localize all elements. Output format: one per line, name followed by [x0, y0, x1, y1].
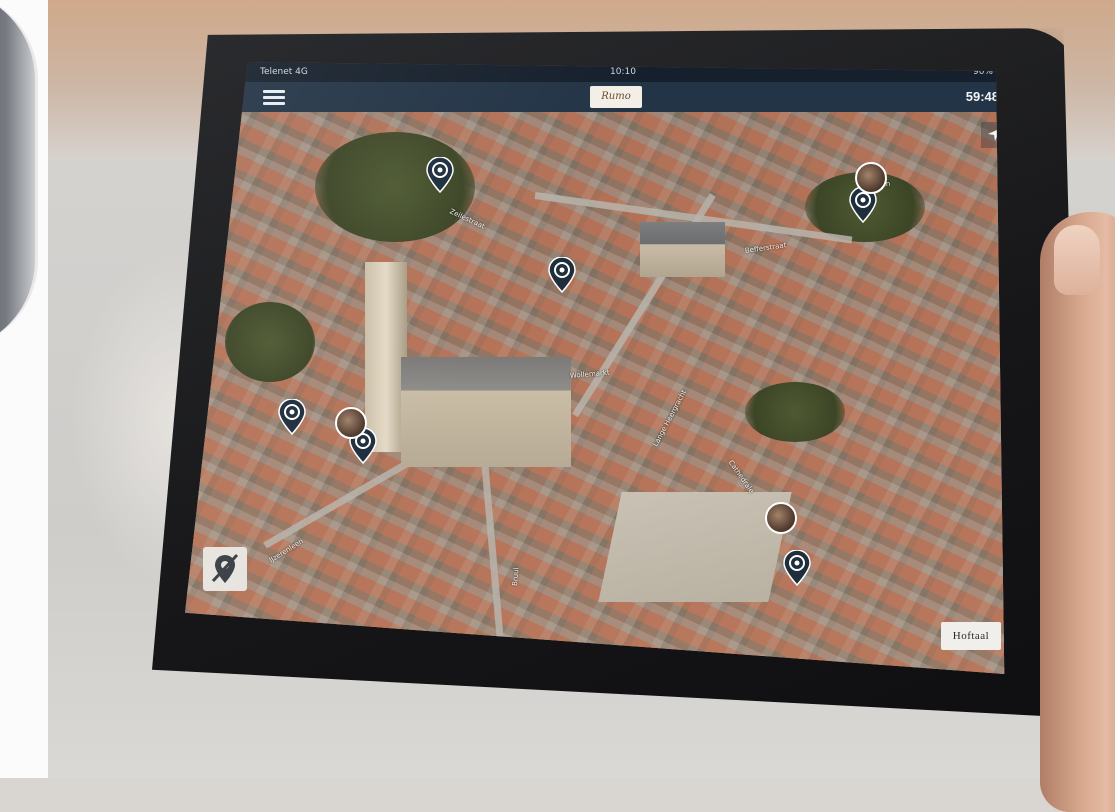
poi-target-marker-icon — [783, 550, 811, 586]
poi-target-marker-icon — [278, 399, 306, 435]
poi-target-marker-icon — [548, 257, 576, 293]
street-label: Lange Heergracht — [651, 388, 689, 448]
tree-cluster — [745, 382, 845, 442]
poi-marker[interactable] — [425, 157, 455, 193]
hamburger-menu-icon — [263, 90, 285, 93]
aerial-map[interactable]: Zeilestraat Befferstraat Wollemarkt Lang… — [185, 112, 1005, 674]
thumbnail — [1054, 225, 1100, 295]
photo-poi-marker[interactable] — [335, 407, 367, 439]
back-button[interactable]: Hoftaal — [941, 622, 1001, 650]
poi-toggle-button[interactable] — [203, 547, 247, 591]
hide-poi-marker-icon — [211, 553, 239, 583]
status-carrier: Telenet 4G — [260, 67, 308, 77]
photo-poi-marker[interactable] — [765, 502, 797, 534]
grand-market-square — [598, 492, 792, 602]
cathedral-building — [365, 262, 575, 482]
menu-button[interactable] — [263, 87, 285, 107]
road — [481, 465, 506, 666]
poi-marker[interactable] — [782, 550, 812, 586]
cathedral-nave — [401, 357, 571, 467]
countdown-timer: 59:48 — [965, 89, 999, 104]
app-logo: Rumo — [590, 86, 642, 108]
app-nav-bar: Rumo 59:48 — [185, 82, 1005, 112]
poi-marker[interactable] — [277, 399, 307, 435]
tablet-screen: Telenet 4G 10:10 90% Rumo 59:48 Zeilestr… — [185, 62, 1005, 674]
tree-cluster — [225, 302, 315, 382]
street-label: Cathedrale — [726, 458, 756, 495]
poi-marker[interactable] — [547, 257, 577, 293]
holding-hand-thumb — [1040, 212, 1115, 812]
church-building — [640, 222, 725, 277]
status-time: 10:10 — [610, 67, 636, 77]
street-label: Bruul — [511, 567, 521, 587]
photo-poi-marker[interactable] — [855, 162, 887, 194]
street-label: Wollemarkt — [569, 368, 610, 380]
street-label: Befferstraat — [744, 241, 787, 255]
poi-target-marker-icon — [426, 157, 454, 193]
